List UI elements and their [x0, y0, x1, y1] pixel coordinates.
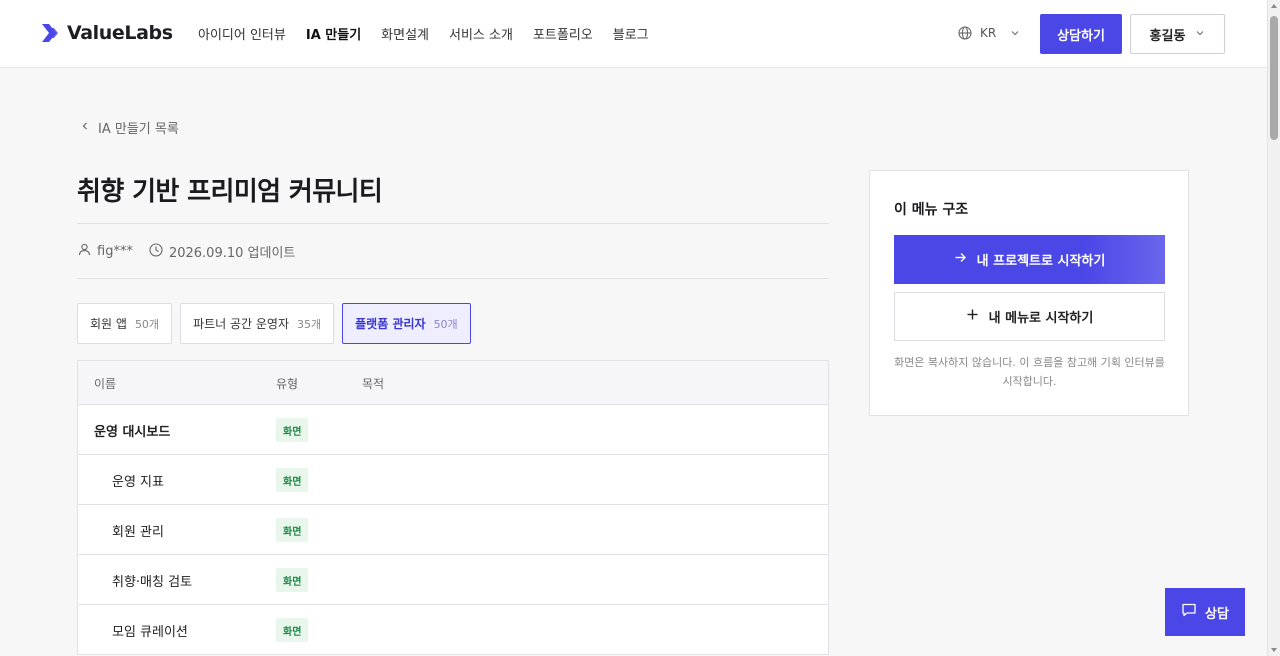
menu-table: 이름 유형 목적 운영 대시보드 화면 운영 지표 화면 회원 관리 화면 취향… [77, 360, 829, 655]
primary-button-label: 내 프로젝트로 시작하기 [976, 254, 1106, 269]
language-label: KR [980, 26, 997, 40]
plus-icon [966, 308, 979, 325]
nav-item-ia[interactable]: IA 만들기 [306, 24, 361, 43]
panel-title: 이 메뉴 구조 [894, 202, 969, 218]
start-with-menu-button[interactable]: 내 메뉴로 시작하기 [894, 292, 1165, 341]
chevron-left-icon [80, 120, 90, 135]
tab-label: 플랫폼 관리자 [355, 317, 426, 331]
meta-divider [77, 278, 829, 279]
consult-button[interactable]: 상담하기 [1040, 14, 1122, 54]
logo[interactable]: ValueLabs [41, 22, 173, 44]
floating-consult-button[interactable]: 상담 [1165, 588, 1245, 636]
column-header-type: 유형 [276, 377, 299, 391]
nav-item-portfolio[interactable]: 포트폴리오 [533, 24, 593, 43]
clock-icon [149, 242, 163, 261]
nav-item-idea-interview[interactable]: 아이디어 인터뷰 [198, 24, 286, 43]
role-tabs: 회원 앱 50개 파트너 공간 운영자 35개 플랫폼 관리자 50개 [77, 303, 471, 344]
globe-icon [958, 26, 972, 40]
page-scrollbar[interactable] [1267, 0, 1280, 656]
column-header-name: 이름 [94, 377, 117, 391]
arrow-right-icon [954, 251, 967, 268]
tab-count: 50개 [134, 317, 160, 331]
type-badge: 화면 [276, 468, 309, 492]
scroll-up-arrow-icon[interactable] [1271, 4, 1277, 8]
table-header: 이름 유형 목적 [78, 361, 828, 405]
tab-partner-operator[interactable]: 파트너 공간 운영자 35개 [180, 303, 335, 344]
menu-structure-panel: 이 메뉴 구조 내 프로젝트로 시작하기 내 메뉴로 시작하기 화면은 복사하지… [869, 170, 1189, 416]
table-row[interactable]: 운영 대시보드 화면 [78, 405, 828, 455]
user-icon [78, 243, 91, 260]
tab-label: 회원 앱 [90, 317, 127, 331]
scroll-thumb[interactable] [1270, 16, 1278, 140]
chevron-down-icon [1010, 28, 1020, 38]
scroll-down-arrow-icon[interactable] [1271, 648, 1277, 652]
chat-bubble-icon [1181, 602, 1197, 622]
row-name: 모임 큐레이션 [112, 625, 188, 640]
tab-count: 35개 [297, 317, 322, 331]
row-name: 회원 관리 [112, 525, 164, 540]
back-label: IA 만들기 목록 [98, 122, 179, 137]
panel-note: 화면은 복사하지 않습니다. 이 흐름을 참고해 기획 인터뷰를 시작합니다. [894, 356, 1165, 388]
nav-item-blog[interactable]: 블로그 [613, 24, 649, 43]
meta-info: fig*** 2026.09.10 업데이트 [78, 242, 295, 261]
updated-info: 2026.09.10 업데이트 [149, 242, 295, 261]
secondary-button-label: 내 메뉴로 시작하기 [988, 311, 1094, 326]
tab-platform-admin[interactable]: 플랫폼 관리자 50개 [342, 303, 471, 344]
type-badge: 화면 [276, 618, 309, 642]
page-title: 취향 기반 프리미엄 커뮤니티 [77, 177, 383, 207]
row-name: 운영 지표 [112, 475, 164, 490]
logo-text: ValueLabs [67, 22, 173, 44]
author-name: fig*** [97, 244, 133, 259]
user-name: 홍길동 [1149, 28, 1186, 44]
type-badge: 화면 [276, 418, 309, 442]
start-with-project-button[interactable]: 내 프로젝트로 시작하기 [894, 235, 1165, 284]
row-name: 운영 대시보드 [94, 425, 171, 440]
nav-item-wireframe[interactable]: 화면설계 [381, 24, 429, 43]
table-row[interactable]: 모임 큐레이션 화면 [78, 605, 828, 655]
fab-label: 상담 [1205, 606, 1229, 622]
top-header: ValueLabs 아이디어 인터뷰 IA 만들기 화면설계 서비스 소개 포트… [0, 0, 1267, 68]
author-info: fig*** [78, 243, 133, 260]
tab-label: 파트너 공간 운영자 [193, 317, 290, 331]
back-to-list-link[interactable]: IA 만들기 목록 [80, 118, 179, 137]
type-badge: 화면 [276, 568, 309, 592]
column-header-purpose: 목적 [362, 377, 385, 391]
updated-date: 2026.09.10 업데이트 [168, 246, 296, 261]
title-divider [77, 223, 829, 224]
type-badge: 화면 [276, 518, 309, 542]
logo-chevron-icon [41, 22, 63, 44]
table-row[interactable]: 회원 관리 화면 [78, 505, 828, 555]
nav-item-service[interactable]: 서비스 소개 [449, 24, 513, 43]
tab-count: 50개 [433, 317, 458, 331]
row-name: 취향·매칭 검토 [112, 575, 193, 590]
table-row[interactable]: 운영 지표 화면 [78, 455, 828, 505]
language-selector[interactable]: KR [958, 26, 1020, 40]
user-menu-button[interactable]: 홍길동 [1130, 14, 1225, 54]
table-row[interactable]: 취향·매칭 검토 화면 [78, 555, 828, 605]
chevron-down-icon [1195, 27, 1205, 42]
main-nav: 아이디어 인터뷰 IA 만들기 화면설계 서비스 소개 포트폴리오 블로그 [198, 24, 649, 43]
tab-member-app[interactable]: 회원 앱 50개 [77, 303, 173, 344]
